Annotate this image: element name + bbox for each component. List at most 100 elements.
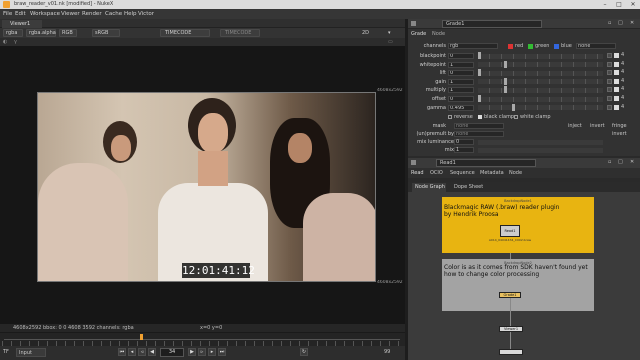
prev-keyframe-button[interactable]: ◂ [128, 348, 136, 356]
offset-slider[interactable] [478, 96, 603, 102]
maximize-icon[interactable]: □ [612, 0, 626, 9]
offset-color-swatch[interactable] [614, 96, 619, 101]
step-back-button[interactable]: ◃ [138, 348, 146, 356]
gamma-slider[interactable] [478, 105, 603, 111]
reverse-checkbox[interactable] [448, 115, 452, 119]
lift-slider[interactable] [478, 70, 603, 76]
blackpoint-color-picker-icon[interactable] [607, 53, 612, 58]
unpremult-invert-label[interactable]: invert [612, 131, 627, 137]
blackpoint-color-swatch[interactable] [614, 53, 619, 58]
node-color-icon[interactable] [411, 21, 416, 26]
menu-file[interactable]: File [3, 11, 12, 17]
float-panel-icon[interactable]: ▫ [608, 20, 611, 26]
gamma-slider-knob[interactable] [512, 103, 515, 111]
mix-luminance-field[interactable]: 0 [454, 139, 474, 145]
read-maximize-icon[interactable]: □ [618, 159, 623, 165]
multiply-field[interactable]: 1 [448, 87, 474, 94]
menu-workspace[interactable]: Workspace [30, 11, 60, 17]
mix-slider[interactable] [478, 148, 603, 153]
tab-node[interactable]: Node [432, 31, 445, 37]
first-frame-button[interactable]: ⏮ [118, 348, 126, 356]
blackpoint-channel-toggle[interactable]: 4 [621, 52, 624, 58]
gain-color-picker-icon[interactable] [607, 78, 612, 84]
tab-metadata[interactable]: Metadata [480, 170, 504, 176]
tab-node-graph[interactable]: Node Graph [412, 183, 446, 192]
read-node-name-field[interactable]: Read1 [436, 159, 536, 167]
last-frame-button[interactable]: ⏭ [218, 348, 226, 356]
menu-viewer[interactable]: Viewer [61, 11, 80, 17]
green-toggle[interactable] [528, 44, 533, 49]
offset-slider-knob[interactable] [478, 95, 481, 102]
close-panel-icon[interactable]: ✕ [630, 20, 634, 26]
black-clamp-checkbox[interactable] [478, 115, 482, 119]
menu-help[interactable]: Help [124, 11, 137, 17]
whitepoint-color-picker-icon[interactable] [607, 61, 612, 67]
fps-label[interactable]: TF [3, 349, 9, 355]
next-keyframe-button[interactable]: ▸ [208, 348, 216, 356]
viewer-menu-icon[interactable]: ▾ [388, 30, 391, 36]
blackpoint-slider[interactable] [478, 53, 603, 59]
mask-dropdown[interactable]: none [454, 123, 504, 129]
lift-channel-toggle[interactable]: 4 [621, 69, 624, 75]
multiply-channel-toggle[interactable]: 4 [621, 86, 624, 92]
gain-slider[interactable] [478, 79, 603, 85]
lut-dropdown[interactable]: sRGB [92, 29, 120, 37]
whitepoint-slider[interactable] [478, 62, 603, 68]
roi-icon[interactable]: ▭ [388, 39, 393, 45]
gamma-channel-toggle[interactable]: 4 [621, 104, 624, 110]
whitepoint-slider-knob[interactable] [504, 60, 507, 68]
invert-label[interactable]: invert [590, 123, 605, 129]
tab-sequence[interactable]: Sequence [450, 170, 475, 176]
channels-dropdown[interactable]: rgba [3, 29, 23, 37]
overlay-a-dropdown[interactable]: TIMECODE [160, 29, 210, 37]
offset-field[interactable]: 0 [448, 96, 474, 102]
white-clamp-checkbox[interactable] [514, 115, 518, 119]
multiply-slider[interactable] [478, 87, 603, 93]
menu-cache[interactable]: Cache [105, 11, 122, 17]
tab-ocio[interactable]: OCIO [430, 170, 443, 176]
read-node-color-icon[interactable] [411, 160, 416, 165]
view-mode-label[interactable]: 2D [362, 30, 369, 36]
backdrop-node-1[interactable]: BackdropNode1 Blackmagic RAW (.braw) rea… [442, 197, 594, 253]
menu-victor[interactable]: Victor [138, 11, 154, 17]
frame-field[interactable]: 34 [160, 348, 184, 357]
viewer-node-upper[interactable]: Viewer1 [499, 326, 523, 332]
multiply-color-picker-icon[interactable] [607, 87, 612, 93]
lift-color-swatch[interactable] [614, 70, 619, 76]
loop-button[interactable]: ↻ [300, 348, 308, 356]
mix-luminance-slider[interactable] [478, 140, 603, 145]
unpremult-dropdown[interactable]: none [454, 131, 504, 137]
blackpoint-slider-knob[interactable] [478, 52, 481, 59]
timeline[interactable] [0, 332, 405, 347]
offset-channel-toggle[interactable]: 4 [621, 95, 624, 101]
tab-dope-sheet[interactable]: Dope Sheet [454, 184, 483, 190]
whitepoint-channel-toggle[interactable]: 4 [621, 61, 624, 67]
gain-field[interactable]: 1 [448, 78, 474, 85]
gain-slider-knob[interactable] [504, 77, 507, 85]
alpha-dropdown[interactable]: rgba.alpha [26, 29, 56, 37]
tab-read[interactable]: Read [411, 170, 424, 176]
node-name-field[interactable]: Grade1 [442, 20, 542, 28]
step-forward-button[interactable]: ▹ [198, 348, 206, 356]
menu-edit[interactable]: Edit [15, 11, 26, 17]
viewer-tab[interactable]: Viewer1 [2, 20, 42, 28]
gamma-color-picker-icon[interactable] [607, 104, 612, 110]
read-close-icon[interactable]: ✕ [630, 159, 634, 165]
lift-field[interactable]: 0 [448, 70, 474, 77]
whitepoint-field[interactable]: 1 [448, 61, 474, 68]
alpha-channel-dropdown[interactable]: none [576, 43, 616, 49]
play-backward-button[interactable]: ◀ [148, 348, 156, 356]
offset-color-picker-icon[interactable] [607, 96, 612, 101]
red-toggle[interactable] [508, 44, 513, 49]
multiply-slider-knob[interactable] [504, 86, 507, 94]
lift-slider-knob[interactable] [478, 69, 481, 77]
tab-grade[interactable]: Grade [411, 31, 426, 37]
minimize-icon[interactable]: – [598, 0, 612, 9]
blue-toggle[interactable] [554, 44, 559, 49]
play-forward-button[interactable]: ▶ [188, 348, 196, 356]
gamma-icon[interactable]: γ [14, 39, 17, 45]
input-dropdown[interactable]: Input [16, 348, 46, 357]
channels-dropdown-grade[interactable]: rgb [448, 43, 498, 49]
gain-icon[interactable]: ◐ [3, 39, 7, 45]
overlay-b-dropdown[interactable]: TIMECODE [220, 29, 260, 37]
